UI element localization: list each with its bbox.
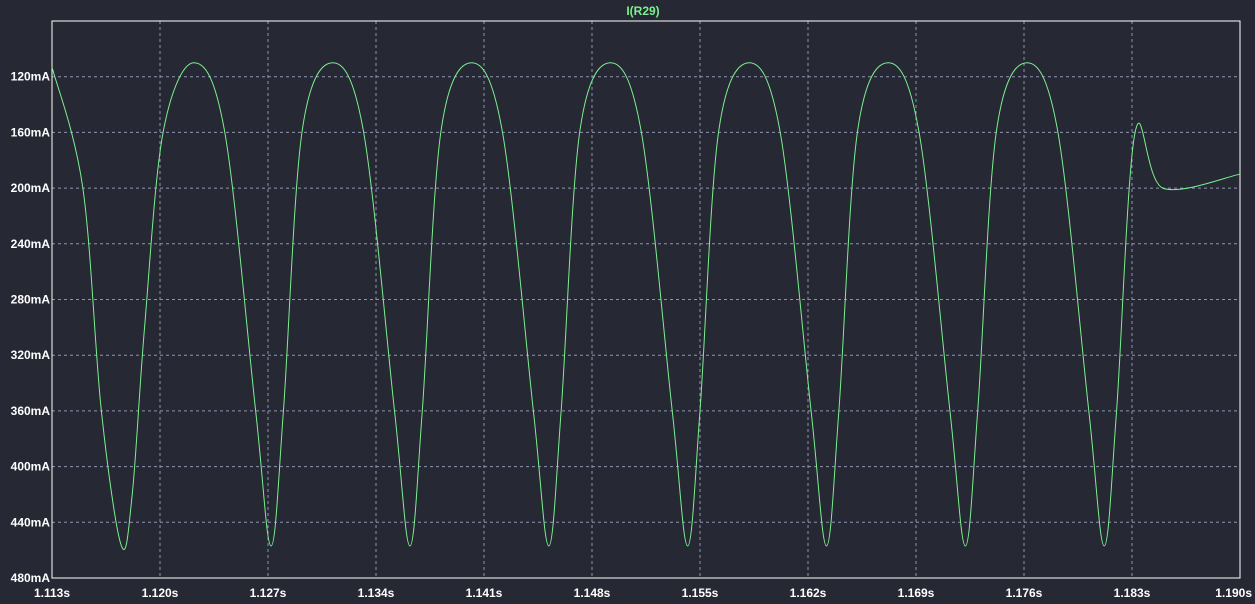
- y-tick-label: 280mA: [11, 293, 51, 307]
- trace-title: I(R29): [626, 4, 659, 18]
- y-tick-label: 400mA: [11, 460, 51, 474]
- x-tick-label: 1.183s: [1114, 586, 1151, 600]
- x-tick-label: 1.162s: [790, 586, 827, 600]
- y-tick-label: 120mA: [11, 70, 51, 84]
- y-tick-label: 200mA: [11, 181, 51, 195]
- x-tick-label: 1.148s: [574, 586, 611, 600]
- x-tick-label: 1.190s: [1215, 586, 1252, 600]
- chart-background: [0, 0, 1255, 604]
- x-tick-label: 1.155s: [682, 586, 719, 600]
- x-tick-label: 1.141s: [466, 586, 503, 600]
- y-tick-label: 160mA: [11, 125, 51, 139]
- waveform-chart: I(R29) 120mA 160mA 200mA 240mA 280mA 320mA 360…: [0, 0, 1255, 604]
- x-tick-label: 1.127s: [250, 586, 287, 600]
- y-tick-label: 440mA: [11, 515, 51, 529]
- x-tick-label: 1.176s: [1006, 586, 1043, 600]
- y-tick-label: 480mA: [11, 571, 51, 585]
- y-tick-label: 360mA: [11, 404, 51, 418]
- x-tick-label: 1.113s: [34, 586, 70, 600]
- y-tick-label: 240mA: [11, 237, 51, 251]
- x-tick-label: 1.134s: [358, 586, 395, 600]
- x-tick-label: 1.120s: [142, 586, 179, 600]
- x-tick-label: 1.169s: [898, 586, 935, 600]
- y-tick-label: 320mA: [11, 348, 51, 362]
